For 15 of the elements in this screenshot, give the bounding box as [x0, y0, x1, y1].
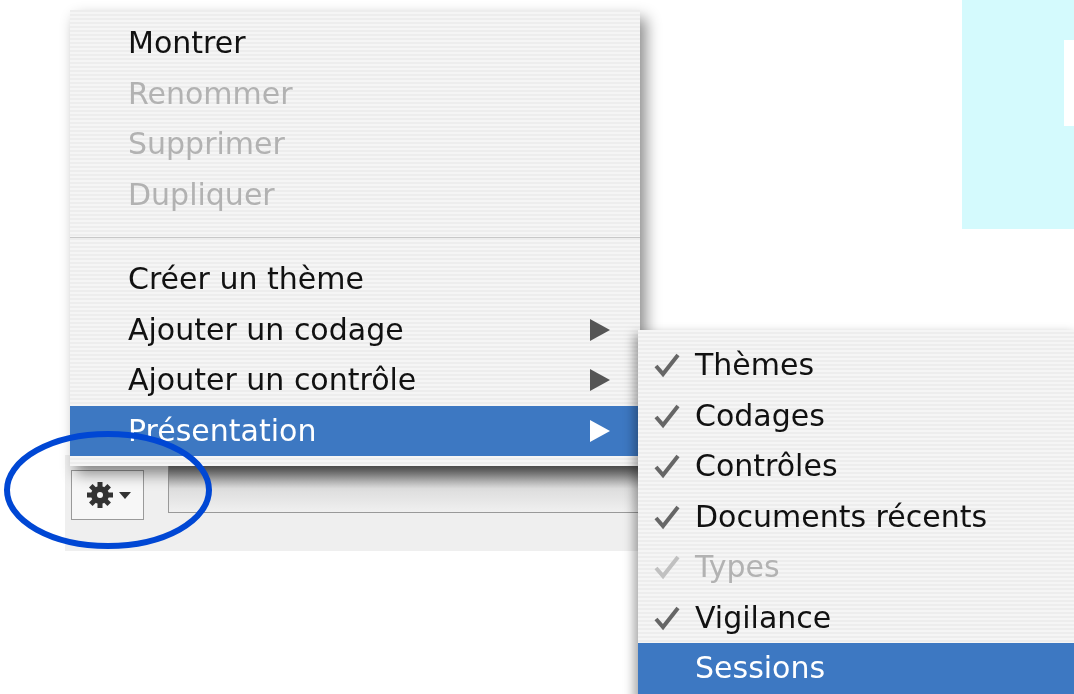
menu-item[interactable]: Contrôles: [638, 441, 1074, 492]
caret-icon: [118, 491, 131, 499]
menu-item[interactable]: Montrer: [70, 18, 640, 69]
menu-item[interactable]: Codages: [638, 390, 1074, 441]
menu-item[interactable]: Ajouter un contrôle: [70, 355, 640, 406]
menu-item[interactable]: Ajouter un codage: [70, 304, 640, 355]
menu-item[interactable]: Créer un thème: [70, 254, 640, 305]
menu-item[interactable]: Sessions: [638, 643, 1074, 694]
gear-icon: [84, 480, 115, 510]
menu-item[interactable]: Thèmes: [638, 340, 1074, 391]
text-field[interactable]: [168, 465, 640, 513]
menu-item[interactable]: Présentation: [70, 405, 640, 456]
menu-item[interactable]: Vigilance: [638, 592, 1074, 643]
action-menu-button[interactable]: [71, 470, 144, 520]
menu-item[interactable]: Documents récents: [638, 491, 1074, 542]
